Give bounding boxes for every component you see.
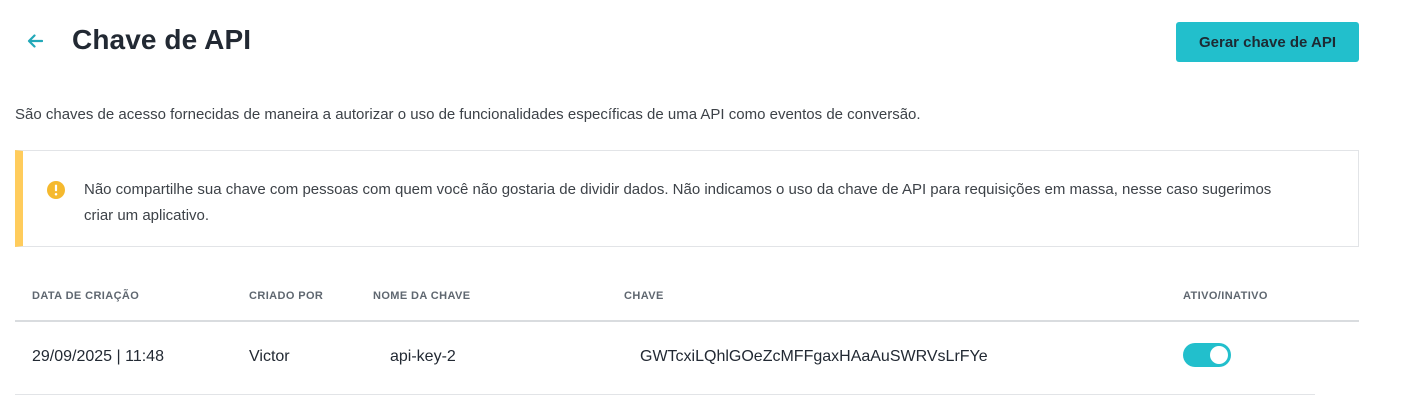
alert-text: Não compartilhe sua chave com pessoas co… xyxy=(84,181,1272,224)
arrow-left-icon xyxy=(27,34,43,48)
active-toggle[interactable] xyxy=(1183,343,1231,367)
page-description: São chaves de acesso fornecidas de manei… xyxy=(15,106,921,123)
column-header-key-name: NOME DA CHAVE xyxy=(373,290,471,302)
column-header-key: CHAVE xyxy=(624,290,664,302)
warning-alert: Não compartilhe sua chave com pessoas co… xyxy=(15,150,1359,247)
column-header-active: ATIVO/INATIVO xyxy=(1183,290,1268,302)
back-button[interactable] xyxy=(24,30,46,52)
toggle-knob xyxy=(1210,346,1228,364)
cell-created-by: Victor xyxy=(249,348,290,365)
warning-icon xyxy=(47,181,65,199)
table-header-divider xyxy=(15,320,1359,322)
column-header-created-date: DATA DE CRIAÇÃO xyxy=(32,290,140,302)
cell-key-name: api-key-2 xyxy=(390,348,456,365)
table-row-divider xyxy=(15,394,1315,395)
cell-created-date: 29/09/2025 | 11:48 xyxy=(32,348,164,365)
column-header-created-by: CRIADO POR xyxy=(249,290,324,302)
page-title: Chave de API xyxy=(72,24,252,55)
cell-api-key[interactable]: GWTcxiLQhlGOeZcMFFgaxHAaAuSWRVsLrFYe xyxy=(640,348,988,366)
generate-api-key-button[interactable]: Gerar chave de API xyxy=(1176,22,1359,62)
